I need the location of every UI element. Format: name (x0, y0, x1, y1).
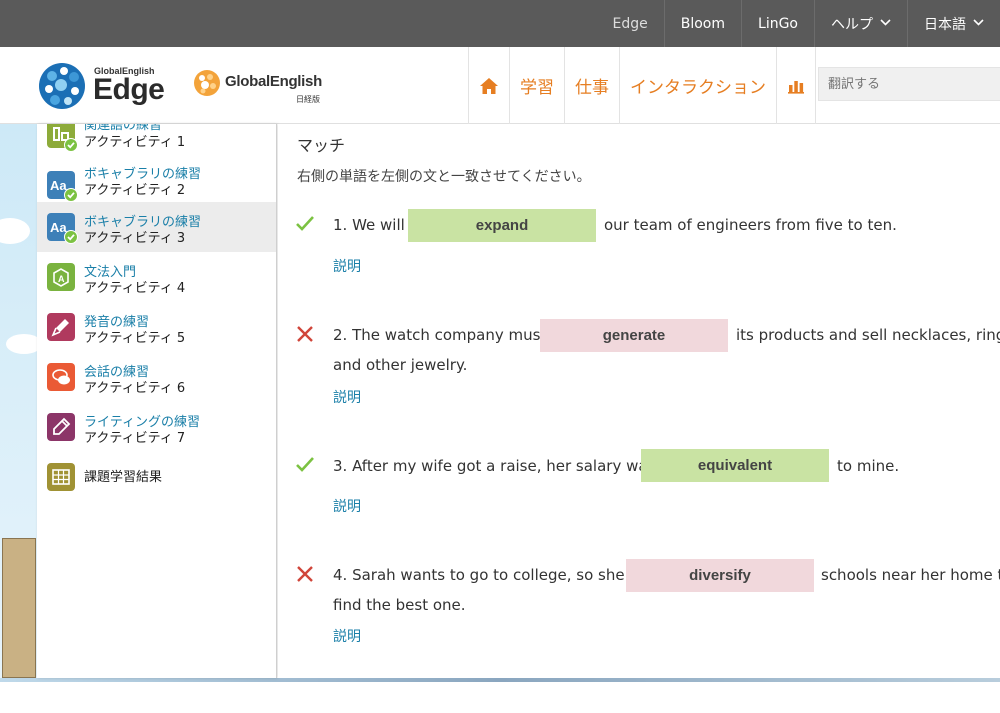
main-nav: 学習 仕事 インタラクション (468, 47, 816, 124)
globe-orange-logo-icon (194, 70, 220, 96)
bar-chart-icon (788, 80, 804, 94)
sidebar-item-results[interactable]: 課題学習結果 (37, 452, 276, 502)
globe-logo-icon (39, 63, 85, 109)
edge-logo-title: Edge (93, 73, 165, 106)
answer-slot[interactable]: diversify (626, 559, 814, 592)
topnav-bloom[interactable]: Bloom (663, 0, 741, 47)
question-text-before: 4. Sarah wants to go to college, so she'… (333, 566, 638, 584)
question-text-continued: find the best one. (333, 596, 466, 614)
sidebar-item-subtitle: アクティビティ 4 (84, 281, 186, 296)
sidebar-item-subtitle: アクティビティ 2 (84, 183, 186, 198)
correct-check-icon (295, 214, 315, 234)
svg-text:A: A (58, 274, 65, 284)
building-illustration (2, 538, 36, 678)
footer-background (0, 678, 1000, 713)
globalenglish-logo[interactable]: GlobalEnglish 日経版 (193, 69, 333, 109)
completed-check-icon (64, 230, 78, 244)
nav-home[interactable] (468, 47, 509, 124)
explain-link[interactable]: 説明 (333, 626, 361, 646)
cloud (6, 334, 37, 354)
chevron-down-icon (880, 18, 891, 29)
sidebar-item-activity-6[interactable]: 会話の練習 アクティビティ 6 (37, 352, 276, 402)
help-label: ヘルプ (831, 16, 873, 33)
exercise-title: マッチ (297, 136, 346, 155)
sidebar-item-title: 課題学習結果 (84, 470, 163, 485)
sidebar-item-subtitle: アクティビティ 1 (84, 135, 186, 150)
question-text-after: its products and sell necklaces, rings, (736, 326, 1000, 344)
results-grid-icon (47, 463, 75, 491)
microphone-icon (47, 313, 75, 341)
completed-check-icon (64, 138, 78, 152)
question-text-after: schools near her home to (821, 566, 1000, 584)
nav-progress[interactable] (776, 47, 816, 124)
sidebar-item-subtitle: アクティビティ 7 (84, 431, 186, 446)
exercise-instruction: 右側の単語を左側の文と一致させてください。 (297, 169, 591, 185)
speech-bubble-icon (47, 363, 75, 391)
question-text-after: to mine. (837, 457, 900, 475)
sidebar-item-subtitle: アクティビティ 5 (84, 331, 186, 346)
topnav-lingo[interactable]: LinGo (741, 0, 814, 47)
top-nav: Edge Bloom LinGo ヘルプ 日本語 (597, 0, 1000, 47)
language-label: 日本語 (924, 16, 966, 33)
topnav-edge[interactable]: Edge (597, 0, 664, 47)
question-text-before: 2. The watch company must (333, 326, 547, 344)
nav-study[interactable]: 学習 (509, 47, 564, 124)
translate-input[interactable] (818, 67, 1000, 101)
background-scene (0, 124, 37, 678)
edge-logo[interactable]: GlobalEnglish Edge (38, 61, 178, 111)
globalenglish-logo-title: GlobalEnglish (225, 73, 322, 90)
explain-link[interactable]: 説明 (333, 256, 361, 276)
answer-slot[interactable]: expand (408, 209, 596, 242)
sidebar-item-activity-1[interactable]: 関連語の練習 アクティビティ 1 (37, 124, 276, 160)
nav-interaction[interactable]: インタラクション (619, 47, 776, 124)
nav-work[interactable]: 仕事 (564, 47, 619, 124)
question-text-continued: and other jewelry. (333, 356, 468, 374)
correct-check-icon (295, 455, 315, 475)
explain-link[interactable]: 説明 (333, 387, 361, 407)
question-text-after: our team of engineers from five to ten. (604, 216, 897, 234)
exercise-panel: マッチ 右側の単語を左側の文と一致させてください。 1. We will exp… (278, 124, 1000, 678)
wrong-cross-icon (295, 564, 315, 584)
topnav-help[interactable]: ヘルプ (814, 0, 907, 47)
sidebar-item-activity-3[interactable]: Aa ボキャブラリの練習 アクティビティ 3 (37, 202, 276, 252)
activity-sidebar: 関連語の練習 アクティビティ 1 Aa ボキャブラリの練習 アクティビティ 2 … (37, 124, 277, 678)
completed-check-icon (64, 188, 78, 202)
wrong-cross-icon (295, 324, 315, 344)
sidebar-item-subtitle: アクティビティ 6 (84, 381, 186, 396)
answer-slot[interactable]: generate (540, 319, 728, 352)
topnav-language[interactable]: 日本語 (907, 0, 1000, 47)
answer-slot[interactable]: equivalent (641, 449, 829, 482)
top-bar: Edge Bloom LinGo ヘルプ 日本語 (0, 0, 1000, 47)
sidebar-item-activity-4[interactable]: A 文法入門 アクティビティ 4 (37, 252, 276, 302)
sidebar-item-activity-5[interactable]: 発音の練習 アクティビティ 5 (37, 302, 276, 352)
globalenglish-logo-subtitle: 日経版 (296, 95, 320, 104)
sidebar-item-activity-7[interactable]: ライティングの練習 アクティビティ 7 (37, 402, 276, 452)
explain-link[interactable]: 説明 (333, 496, 361, 516)
pencil-icon (47, 413, 75, 441)
question-text-before: 3. After my wife got a raise, her salary… (333, 457, 656, 475)
chevron-down-icon (973, 18, 984, 29)
sidebar-item-subtitle: アクティビティ 3 (84, 231, 186, 246)
header: GlobalEnglish Edge GlobalEnglish 日経版 学習 … (0, 47, 1000, 124)
grammar-block-icon: A (47, 263, 75, 291)
cloud (0, 218, 30, 244)
question-text-before: 1. We will (333, 216, 405, 234)
home-icon (480, 77, 498, 94)
